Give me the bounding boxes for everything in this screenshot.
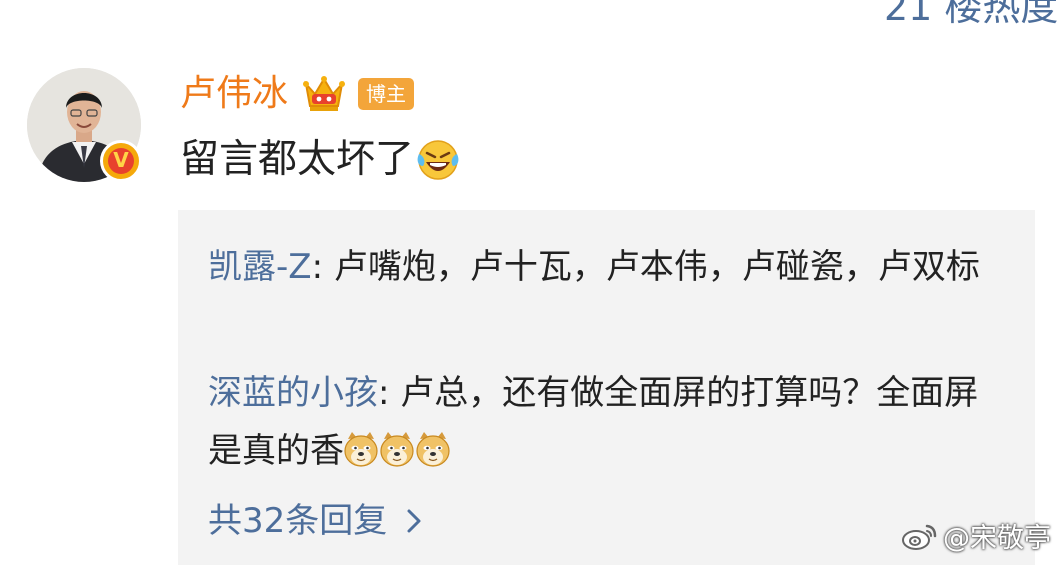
reply-separator: : bbox=[311, 247, 334, 287]
more-replies-label: 共32条回复 bbox=[208, 501, 388, 541]
doge-icon bbox=[344, 432, 378, 467]
author-badge: 博主 bbox=[358, 78, 415, 110]
laugh-cry-emoji-icon bbox=[417, 140, 459, 180]
reply-separator: : bbox=[378, 373, 401, 413]
weibo-logo-icon bbox=[902, 524, 937, 550]
reply-author[interactable]: 凯露-Z bbox=[208, 247, 312, 287]
post-header: 卢伟冰 博主 bbox=[180, 70, 415, 118]
verified-v-icon: V bbox=[100, 140, 142, 182]
chevron-right-icon bbox=[407, 509, 421, 533]
watermark-text: @宋敬亭 bbox=[943, 523, 1051, 554]
top-cut-text: 21 楼热度 bbox=[884, 0, 1059, 29]
crown-icon bbox=[303, 76, 346, 111]
reply-item: 凯露-Z: 卢嘴炮，卢十瓦，卢本伟，卢碰瓷，卢双标 bbox=[208, 238, 1008, 296]
reply-text: 卢嘴炮，卢十瓦，卢本伟，卢碰瓷，卢双标 bbox=[333, 247, 980, 287]
comment-body: 留言都太坏了 bbox=[180, 132, 460, 188]
reply-item: 深蓝的小孩: 卢总，还有做全面屏的打算吗？全面屏是真的香 bbox=[208, 364, 1008, 480]
doge-icon bbox=[416, 432, 450, 467]
reply-author[interactable]: 深蓝的小孩 bbox=[208, 373, 378, 413]
username[interactable]: 卢伟冰 bbox=[180, 70, 288, 118]
doge-icon bbox=[380, 432, 414, 467]
weibo-watermark: @宋敬亭 bbox=[901, 516, 1051, 555]
comment-text: 留言都太坏了 bbox=[180, 137, 415, 182]
more-replies-link[interactable]: 共32条回复 bbox=[208, 492, 423, 550]
replies-panel: 凯露-Z: 卢嘴炮，卢十瓦，卢本伟，卢碰瓷，卢双标 深蓝的小孩: 卢总，还有做全… bbox=[178, 210, 1035, 565]
